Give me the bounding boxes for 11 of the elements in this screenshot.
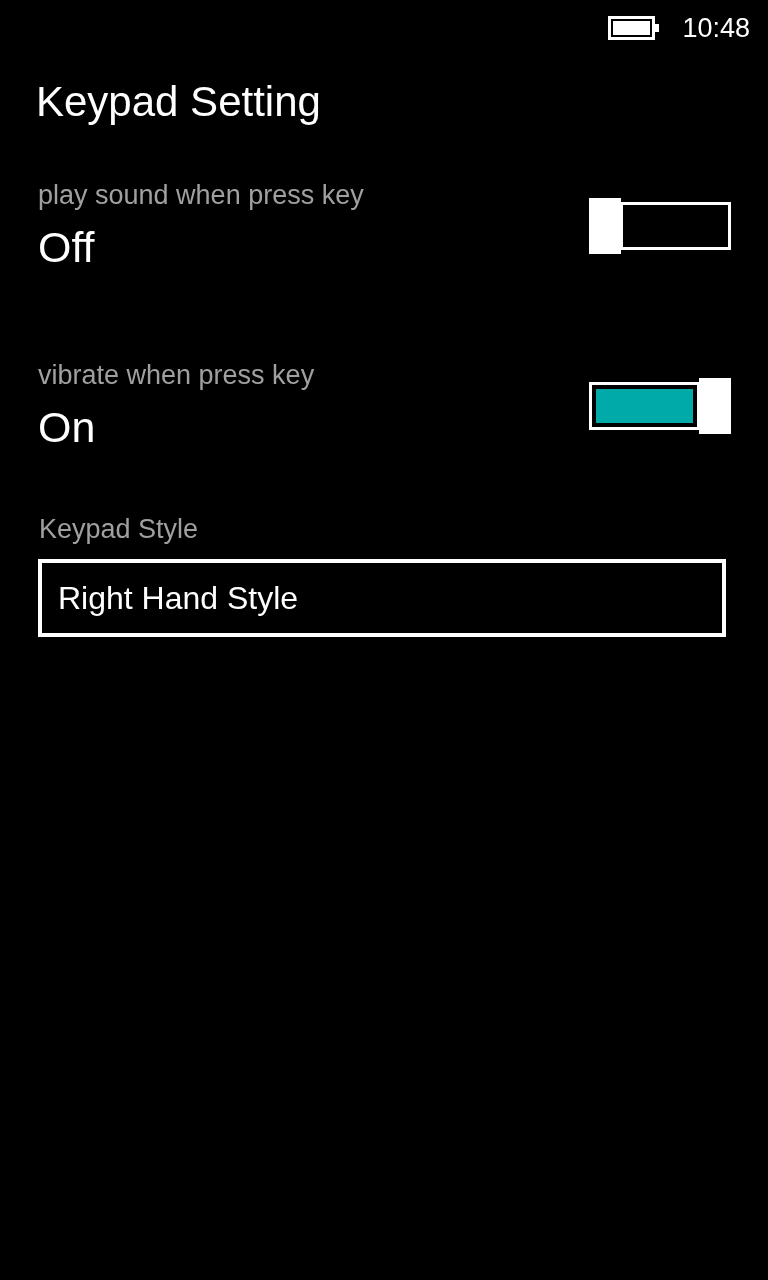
toggle-switch[interactable] (589, 378, 731, 434)
toggle-switch[interactable] (589, 198, 731, 254)
clock-time: 10:48 (682, 12, 750, 44)
setting-value: Off (38, 223, 95, 272)
setting-value: On (38, 403, 96, 452)
keypad-style-picker[interactable]: Right Hand Style (38, 559, 726, 637)
battery-icon (608, 16, 661, 40)
setting-label: play sound when press key (38, 180, 364, 211)
setting-label: vibrate when press key (38, 360, 315, 391)
field-label: Keypad Style (39, 514, 199, 545)
page-title: Keypad Setting (35, 77, 322, 127)
